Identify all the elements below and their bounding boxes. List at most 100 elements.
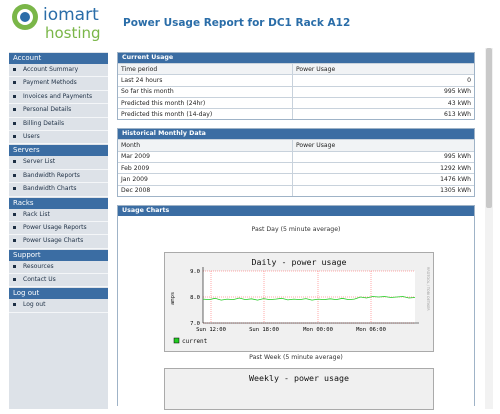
current-usage-panel: Current Usage Time period Power Usage La… xyxy=(117,52,475,121)
scrollbar-thumb[interactable] xyxy=(486,48,492,208)
sidebar-item-label: Power Usage Charts xyxy=(23,237,84,245)
logo-graphic: iomart hosting xyxy=(12,4,101,42)
bullet-icon xyxy=(13,278,16,282)
table-row: Jan 2009 1476 kWh xyxy=(118,173,474,186)
sidebar-item-label: Personal Details xyxy=(23,106,72,114)
sidebar-item-label: Account Summary xyxy=(23,66,79,73)
sidebar-item-billing-details[interactable]: Billing Details xyxy=(9,118,108,131)
daily-chart-plot: RRDTOOL / TOBI OETIKER amps current 9.0 8… xyxy=(170,266,430,345)
period-cell: Last 24 hours xyxy=(118,74,293,87)
sidebar-item-personal-details[interactable]: Personal Details xyxy=(9,104,108,118)
sidebar-item-payment-methods[interactable]: Payment Methods xyxy=(9,77,108,91)
y-axis-label: amps xyxy=(170,292,176,305)
sidebar-item-label: Payment Methods xyxy=(23,79,77,87)
historical-table: Month Power Usage Mar 2009 995 kWh Feb 20… xyxy=(118,139,474,196)
rrdtool-credit: RRDTOOL / TOBI OETIKER xyxy=(426,267,430,311)
weekly-chart: Weekly - power usage xyxy=(164,367,434,410)
sidebar-item-rack-list[interactable]: Rack List xyxy=(9,209,108,222)
table-row: Predicted this month (14-day) 613 kWh xyxy=(118,108,474,120)
bullet-icon xyxy=(13,225,16,229)
bullet-icon xyxy=(13,212,16,216)
bullet-icon xyxy=(13,68,16,71)
sidebar-item-label: Log out xyxy=(23,301,46,309)
y-tick-label: 8.0 xyxy=(190,295,200,301)
sidebar-item-server-list[interactable]: Server List xyxy=(9,156,108,170)
bullet-icon xyxy=(13,108,16,112)
bullet-icon xyxy=(13,81,16,85)
bullet-icon xyxy=(13,173,16,177)
section-servers: Servers xyxy=(9,145,108,157)
sidebar-item-contact-us[interactable]: Contact Us xyxy=(9,274,108,288)
sidebar-item-resources[interactable]: Resources xyxy=(9,261,108,275)
legend-swatch xyxy=(173,337,180,344)
sidebar-item-bandwidth-charts[interactable]: Bandwidth Charts xyxy=(9,183,108,197)
table-row: Dec 2008 1305 kWh xyxy=(118,184,474,196)
daily-chart-caption: Past Day (5 minute average) xyxy=(251,225,341,233)
sidebar-item-label: Rack List xyxy=(23,210,50,218)
bullet-icon xyxy=(13,303,16,307)
sidebar: Account Account Summary Payment Methods … xyxy=(9,52,108,409)
weekly-chart-caption: Past Week (5 minute average) xyxy=(249,353,343,361)
sidebar-item-users[interactable]: Users xyxy=(9,131,108,145)
page-scrollbar[interactable] xyxy=(485,48,493,409)
sidebar-item-invoices[interactable]: Invoices and Payments xyxy=(9,91,108,105)
sidebar-item-bandwidth-reports[interactable]: Bandwidth Reports xyxy=(9,170,108,184)
sidebar-item-power-usage-reports[interactable]: Power Usage Reports xyxy=(9,222,108,236)
period-cell: So far this month xyxy=(118,85,293,98)
brand-line2: hosting xyxy=(45,24,101,42)
legend-label: current xyxy=(182,338,208,345)
table-row: Last 24 hours 0 xyxy=(118,74,474,87)
table-row: Feb 2009 1292 kWh xyxy=(118,162,474,174)
usage-cell: 995 kWh xyxy=(292,150,474,163)
usage-cell: 0 xyxy=(292,74,474,87)
sidebar-item-label: Invoices and Payments xyxy=(23,92,93,100)
main-content: Current Usage Time period Power Usage La… xyxy=(117,52,475,414)
historical-data-panel: Historical Monthly Data Month Power Usag… xyxy=(117,128,475,197)
usage-cell: 1305 kWh xyxy=(292,184,474,196)
usage-cell: 613 kWh xyxy=(292,108,474,120)
bullet-icon xyxy=(13,121,16,125)
x-tick-label: Mon 00:00 xyxy=(303,327,333,333)
iomart-logo[interactable]: iomart hosting xyxy=(10,2,108,42)
month-cell: Feb 2009 xyxy=(118,162,293,174)
sidebar-item-label: Contact Us xyxy=(23,276,56,284)
x-tick-label: Sun 12:00 xyxy=(196,327,226,333)
table-header-row: Time period Power Usage xyxy=(118,62,474,75)
bullet-icon xyxy=(13,187,16,191)
column-header: Time period xyxy=(118,62,293,75)
header: iomart hosting Power Usage Report for DC… xyxy=(0,0,500,48)
sidebar-item-power-usage-charts[interactable]: Power Usage Charts xyxy=(9,235,108,249)
month-cell: Mar 2009 xyxy=(118,150,293,163)
usage-charts-panel: Usage Charts Past Day (5 minute average)… xyxy=(117,204,475,410)
period-cell: Predicted this month (14-day) xyxy=(118,108,293,120)
daily-chart: Daily - power usage RRDTOOL / TOBI OETIK… xyxy=(164,251,434,352)
period-cell: Predicted this month (24hr) xyxy=(118,96,293,109)
x-tick-label: Sun 18:00 xyxy=(249,327,279,333)
sidebar-item-label: Power Usage Reports xyxy=(23,223,87,231)
usage-cell: 995 kWh xyxy=(292,85,474,98)
column-header: Month xyxy=(118,139,293,152)
section-support: Support xyxy=(9,249,108,261)
charts-body: Past Day (5 minute average) Daily - powe… xyxy=(118,225,474,410)
bullet-icon xyxy=(13,160,16,164)
sidebar-item-log-out[interactable]: Log out xyxy=(9,299,108,313)
column-header: Power Usage xyxy=(292,139,474,152)
sidebar-item-account-summary[interactable]: Account Summary xyxy=(9,64,108,78)
table-row: So far this month 995 kWh xyxy=(118,85,474,98)
usage-cell: 43 kWh xyxy=(292,96,474,109)
panel-title: Current Usage xyxy=(118,53,474,63)
panel-title: Usage Charts xyxy=(118,205,474,216)
sidebar-item-label: Users xyxy=(23,132,40,140)
month-cell: Jan 2009 xyxy=(118,173,293,186)
usage-cell: 1292 kWh xyxy=(292,162,474,174)
y-tick-label: 9.0 xyxy=(190,269,200,275)
section-account: Account xyxy=(9,53,108,64)
sidebar-item-label: Bandwidth Reports xyxy=(23,171,80,179)
month-cell: Dec 2008 xyxy=(118,184,293,196)
page-title: Power Usage Report for DC1 Rack A12 xyxy=(123,17,351,29)
table-row: Predicted this month (24hr) 43 kWh xyxy=(118,96,474,109)
usage-cell: 1476 kWh xyxy=(292,173,474,186)
section-racks: Racks xyxy=(9,197,108,209)
bullet-icon xyxy=(13,264,16,268)
panel-title: Historical Monthly Data xyxy=(118,129,474,140)
